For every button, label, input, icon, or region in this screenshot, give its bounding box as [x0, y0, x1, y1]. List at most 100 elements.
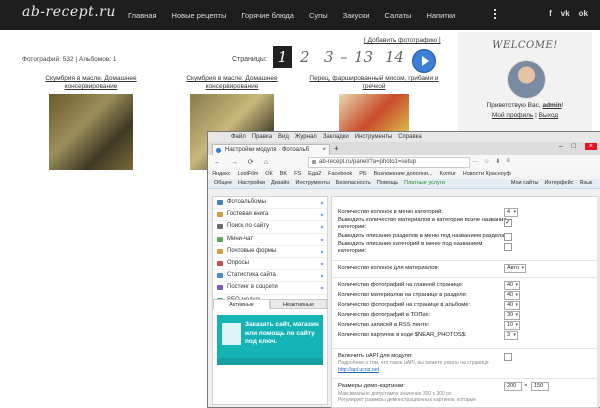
admin-menu-general[interactable]: Общее — [214, 179, 232, 188]
menu-tools[interactable]: Инструменты — [355, 132, 392, 142]
bookmark-item[interactable]: Facebook — [328, 169, 352, 179]
nav-item-hot-dishes[interactable]: Горячие блюда — [241, 11, 294, 20]
bookmark-item[interactable]: Возложение дополни... — [374, 169, 433, 179]
sidebar-item-statistics[interactable]: Статистика сайта — [213, 270, 327, 283]
uapi-label: Включить uAPI для модуля: — [338, 353, 413, 359]
sidebar-item-polls[interactable]: Опросы — [213, 258, 327, 271]
sidebar-item-guestbook[interactable]: Гостевая книга — [213, 209, 327, 222]
admin-menu-design[interactable]: Дизайн — [271, 179, 290, 188]
user-links: Мой профиль | Выход — [491, 112, 559, 119]
bookmark-item[interactable]: РБ — [359, 169, 366, 179]
facebook-icon[interactable]: f — [549, 9, 552, 18]
address-bar[interactable]: ab-recept.ru/panel/?a=photo1=setup — [308, 157, 470, 168]
menu-view[interactable]: Вид — [278, 132, 289, 142]
browser-tab-active[interactable]: Настройки модуля · Фотоальб × — [212, 144, 330, 155]
demo-width-input[interactable]: 200 — [504, 382, 522, 391]
menu-help[interactable]: Справка — [398, 132, 422, 142]
menu-columns-select[interactable]: 4 — [504, 208, 518, 217]
menu-edit[interactable]: Правка — [252, 132, 272, 142]
main-page-photos-select[interactable]: 40 — [504, 281, 520, 290]
maximize-icon[interactable]: □ — [572, 143, 576, 150]
sidebar-item-mini-chat[interactable]: Мини-чат — [213, 234, 327, 246]
profile-link[interactable]: Мой профиль — [492, 112, 533, 119]
sidebar-item-mail-forms[interactable]: Почтовые формы — [213, 246, 327, 258]
nav-item-salads[interactable]: Салаты — [385, 11, 412, 20]
section-materials-select[interactable]: 40 — [504, 291, 520, 300]
vk-icon[interactable]: vk — [561, 9, 570, 18]
promo-footer — [217, 358, 323, 365]
bookmark-item[interactable]: Яндекс — [212, 169, 231, 179]
username-link[interactable]: admin — [542, 102, 561, 109]
near-photos-select[interactable]: 3 — [504, 331, 518, 340]
logout-link[interactable]: Выход — [539, 112, 558, 119]
tab-active-modules[interactable]: Активные — [213, 299, 270, 309]
top-photos-select[interactable]: 30 — [504, 311, 520, 320]
close-window-icon[interactable]: × — [584, 143, 597, 150]
download-icon[interactable]: ⬇ — [495, 158, 500, 165]
page-actions-icon[interactable]: … — [472, 158, 478, 165]
nav-item-soups[interactable]: Супы — [309, 11, 328, 20]
menu-icon[interactable]: ≡ — [506, 158, 510, 165]
nav-arrows[interactable]: ← → ⟳ ⌂ — [214, 158, 272, 166]
photo-title-link[interactable]: Скумбрия в масле. Домашнее консервирован… — [26, 75, 156, 91]
sidebar-item-social-posting[interactable]: Постинг в соцсети — [213, 282, 327, 295]
odnoklassniki-icon[interactable]: ok — [579, 9, 588, 18]
show-category-desc-checkbox[interactable] — [504, 243, 512, 251]
module-tabs: Активные Неактивные — [213, 299, 327, 309]
page-13-link[interactable]: 13 — [354, 48, 373, 66]
page-1-current[interactable]: 1 — [273, 46, 292, 68]
admin-menu-paid[interactable]: Платные услуги — [404, 179, 445, 188]
photo-thumbnail[interactable] — [49, 94, 133, 170]
rss-select[interactable]: 10 — [504, 321, 520, 330]
show-materials-count-label: Выводить количество материалов в категор… — [338, 217, 507, 230]
star-icon[interactable]: ☆ — [484, 158, 489, 165]
page-3-link[interactable]: 3 — [324, 48, 334, 66]
bookmark-item[interactable]: LostFilm — [238, 169, 259, 179]
menu-file[interactable]: Файл — [231, 132, 246, 142]
photo-title-link[interactable]: Перец, фаршированный мясом, грибами и гр… — [309, 75, 439, 91]
menu-bookmarks[interactable]: Закладки — [323, 132, 349, 142]
uapi-link[interactable]: http://api.ucoz.net — [338, 367, 379, 373]
page-2-link[interactable]: 2 — [300, 48, 310, 66]
add-photo-link[interactable]: [ Добавить фотографию ] — [364, 37, 441, 44]
minimize-icon[interactable]: – — [559, 143, 563, 150]
admin-menu-language[interactable]: Язык — [579, 179, 592, 188]
next-page-icon[interactable] — [412, 49, 436, 73]
tab-inactive-modules[interactable]: Неактивные — [270, 299, 327, 309]
site-logo[interactable]: ab-recept.ru — [22, 4, 116, 20]
bookmark-item[interactable]: Kontur — [440, 169, 456, 179]
sidebar-item-photo-albums[interactable]: Фотоальбомы — [213, 197, 327, 210]
album-photos-select[interactable]: 40 — [504, 301, 520, 310]
sidebar-item-site-search[interactable]: Поиск по сайту — [213, 221, 327, 234]
admin-menu-settings[interactable]: Настройки — [238, 179, 265, 188]
show-materials-count-checkbox[interactable] — [504, 218, 512, 227]
show-section-desc-checkbox[interactable] — [504, 233, 512, 241]
uapi-checkbox[interactable] — [504, 353, 512, 361]
photo-title-link[interactable]: Скумбрия в масле. Домашнее консервирован… — [167, 75, 297, 91]
demo-height-input[interactable]: 150 — [531, 382, 549, 391]
nav-item-home[interactable]: Главная — [128, 11, 157, 20]
page-14-link[interactable]: 14 — [385, 48, 404, 66]
material-columns-select[interactable]: Авто — [504, 264, 526, 273]
nav-item-snacks[interactable]: Закуски — [343, 11, 370, 20]
menu-history[interactable]: Журнал — [295, 132, 317, 142]
modules-sidebar: Фотоальбомы Гостевая книга Поиск по сайт… — [212, 196, 328, 405]
demo-note-2: Регулирует размеры демонстрационных карт… — [338, 397, 476, 403]
bookmark-item[interactable]: FS — [294, 169, 301, 179]
admin-menu-tools[interactable]: Инструменты — [295, 179, 329, 188]
bookmark-item[interactable]: BK — [280, 169, 287, 179]
admin-menu-security[interactable]: Безопасность — [336, 179, 371, 188]
admin-menu-interface[interactable]: Интерфейс — [544, 179, 573, 188]
nav-item-drinks[interactable]: Напитки — [426, 11, 455, 20]
bookmark-item[interactable]: Еда2 — [308, 169, 321, 179]
page-dash: – — [340, 48, 349, 66]
promo-banner[interactable]: Заказать сайт, магазин или помощь по сай… — [217, 315, 323, 365]
more-menu-icon[interactable] — [492, 9, 498, 19]
new-tab-button[interactable]: + — [334, 144, 339, 153]
bookmark-item[interactable]: ОК — [265, 169, 272, 179]
admin-menu-help[interactable]: Помощь — [377, 179, 398, 188]
bookmark-item[interactable]: Новости Красноуф — [463, 169, 511, 179]
admin-menu-my-sites[interactable]: Мои сайты — [511, 179, 539, 188]
nav-item-new-recipes[interactable]: Новые рецепты — [172, 11, 227, 20]
avatar[interactable] — [507, 60, 546, 99]
